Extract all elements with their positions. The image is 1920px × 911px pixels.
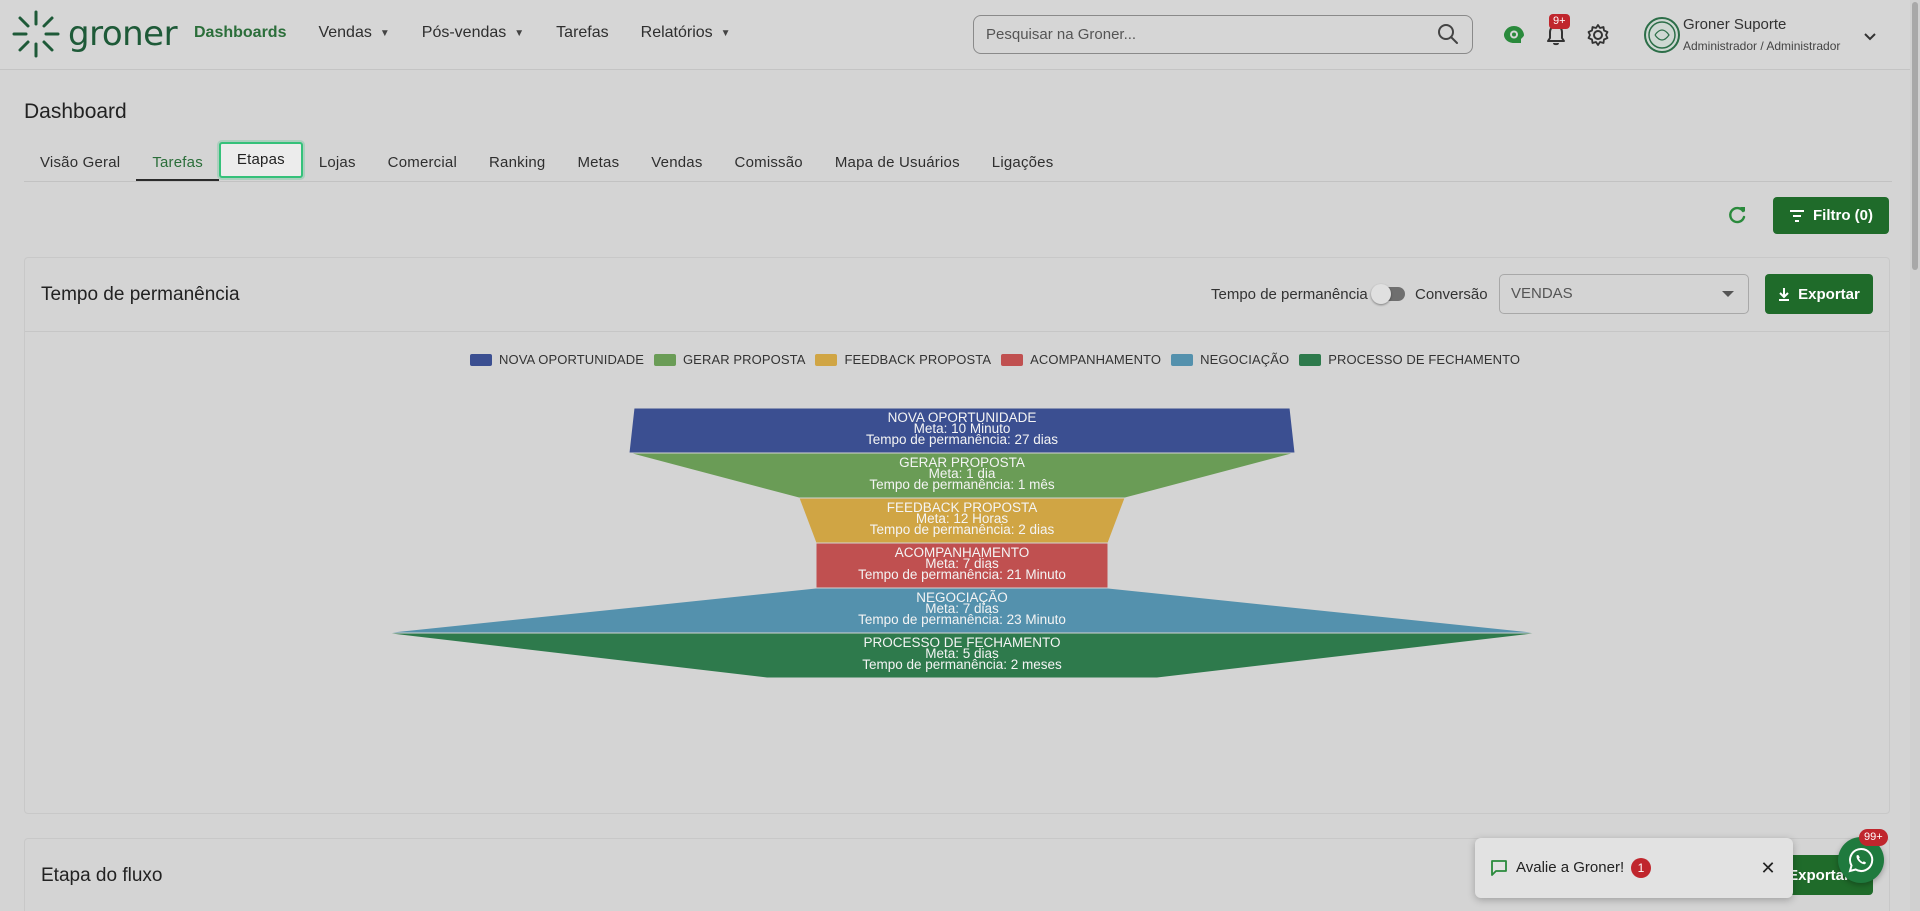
page-title: Dashboard	[24, 100, 127, 123]
tab-lojas[interactable]: Lojas	[303, 146, 372, 181]
funnel-stage-permanencia: Tempo de permanência: 2 meses	[862, 657, 1062, 672]
tempo-permanencia-card: Tempo de permanência Tempo de permanênci…	[24, 257, 1890, 814]
refresh-icon[interactable]	[1726, 204, 1748, 226]
notifications-badge: 9+	[1549, 14, 1570, 29]
tab-etapas[interactable]: Etapas	[218, 142, 303, 178]
funnel-stage-permanencia: Tempo de permanência: 2 dias	[870, 522, 1055, 537]
nav-pos-vendas-label: Pós-vendas	[421, 24, 507, 41]
dashboard-tabs: Visão Geral Tarefas Etapas Lojas Comerci…	[24, 142, 1892, 182]
tab-mapa-de-usuarios[interactable]: Mapa de Usuários	[819, 146, 976, 181]
funnel-stage-permanencia: Tempo de permanência: 27 dias	[866, 432, 1058, 447]
search-input[interactable]	[973, 15, 1473, 54]
close-icon[interactable]: ✕	[1758, 858, 1778, 878]
user-role: Administrador / Administrador	[1683, 39, 1841, 53]
tab-comercial[interactable]: Comercial	[372, 146, 473, 181]
gear-icon[interactable]	[1585, 22, 1611, 48]
nav-tarefas[interactable]: Tarefas	[556, 24, 608, 42]
nav-tarefas-label: Tarefas	[556, 24, 609, 41]
nav-vendas-label: Vendas	[318, 24, 372, 41]
nav-dashboards-label: Dashboards	[194, 24, 287, 41]
top-header: groner Dashboards Vendas ▼ Pós-vendas ▼ Ta…	[0, 0, 1920, 70]
tab-comissao[interactable]: Comissão	[719, 146, 819, 181]
tab-vendas[interactable]: Vendas	[635, 146, 718, 181]
filter-button-label: Filtro (0)	[1813, 207, 1873, 224]
tab-metas[interactable]: Metas	[561, 146, 635, 181]
funnel-stage-permanencia: Tempo de permanência: 21 Minuto	[858, 567, 1066, 582]
logo-text: groner	[68, 14, 178, 54]
nav-pos-vendas[interactable]: Pós-vendas ▼	[422, 24, 524, 42]
caret-down-icon: ▼	[514, 27, 525, 39]
funnel-chart: NOVA OPORTUNIDADEMeta: 10 MinutoTempo de…	[382, 407, 1542, 679]
tab-tarefas[interactable]: Tarefas	[136, 146, 219, 181]
eye-chat-icon[interactable]	[1501, 22, 1527, 48]
tab-ligacoes[interactable]: Ligações	[976, 146, 1070, 181]
toast-badge: 1	[1631, 858, 1651, 878]
funnel-stage-permanencia: Tempo de permanência: 23 Minuto	[858, 612, 1066, 627]
avatar-logo-icon	[1648, 21, 1676, 49]
user-name[interactable]: Groner Suporte	[1683, 16, 1786, 33]
filter-button[interactable]: Filtro (0)	[1773, 197, 1889, 234]
whatsapp-icon	[1848, 847, 1874, 873]
groner-logo-icon	[12, 10, 60, 58]
chevron-down-icon[interactable]	[1862, 28, 1878, 44]
chat-icon	[1491, 860, 1507, 876]
tab-visao-geral[interactable]: Visão Geral	[24, 146, 136, 181]
toast-text: Avalie a Groner!	[1516, 859, 1625, 876]
nav-dashboards[interactable]: Dashboards	[194, 24, 286, 42]
tab-ranking[interactable]: Ranking	[473, 146, 561, 181]
groner-logo[interactable]: groner	[12, 10, 178, 58]
scrollbar-thumb[interactable]	[1912, 2, 1918, 270]
card2-title: Etapa do fluxo	[41, 865, 163, 886]
nav-relatorios[interactable]: Relatórios ▼	[641, 24, 731, 42]
search-icon[interactable]	[1436, 22, 1460, 46]
nav-relatorios-label: Relatórios	[640, 24, 713, 41]
caret-down-icon: ▼	[720, 27, 731, 39]
feedback-toast[interactable]: Avalie a Groner! 1 ✕	[1475, 838, 1793, 898]
whatsapp-badge: 99+	[1859, 829, 1888, 846]
funnel-stage-permanencia: Tempo de permanência: 1 mês	[869, 477, 1055, 492]
avatar[interactable]	[1644, 17, 1680, 53]
filter-icon	[1790, 209, 1804, 222]
main-nav: Dashboards Vendas ▼ Pós-vendas ▼ Tarefas R…	[194, 24, 731, 42]
nav-vendas[interactable]: Vendas ▼	[318, 24, 389, 42]
caret-down-icon: ▼	[379, 27, 390, 39]
